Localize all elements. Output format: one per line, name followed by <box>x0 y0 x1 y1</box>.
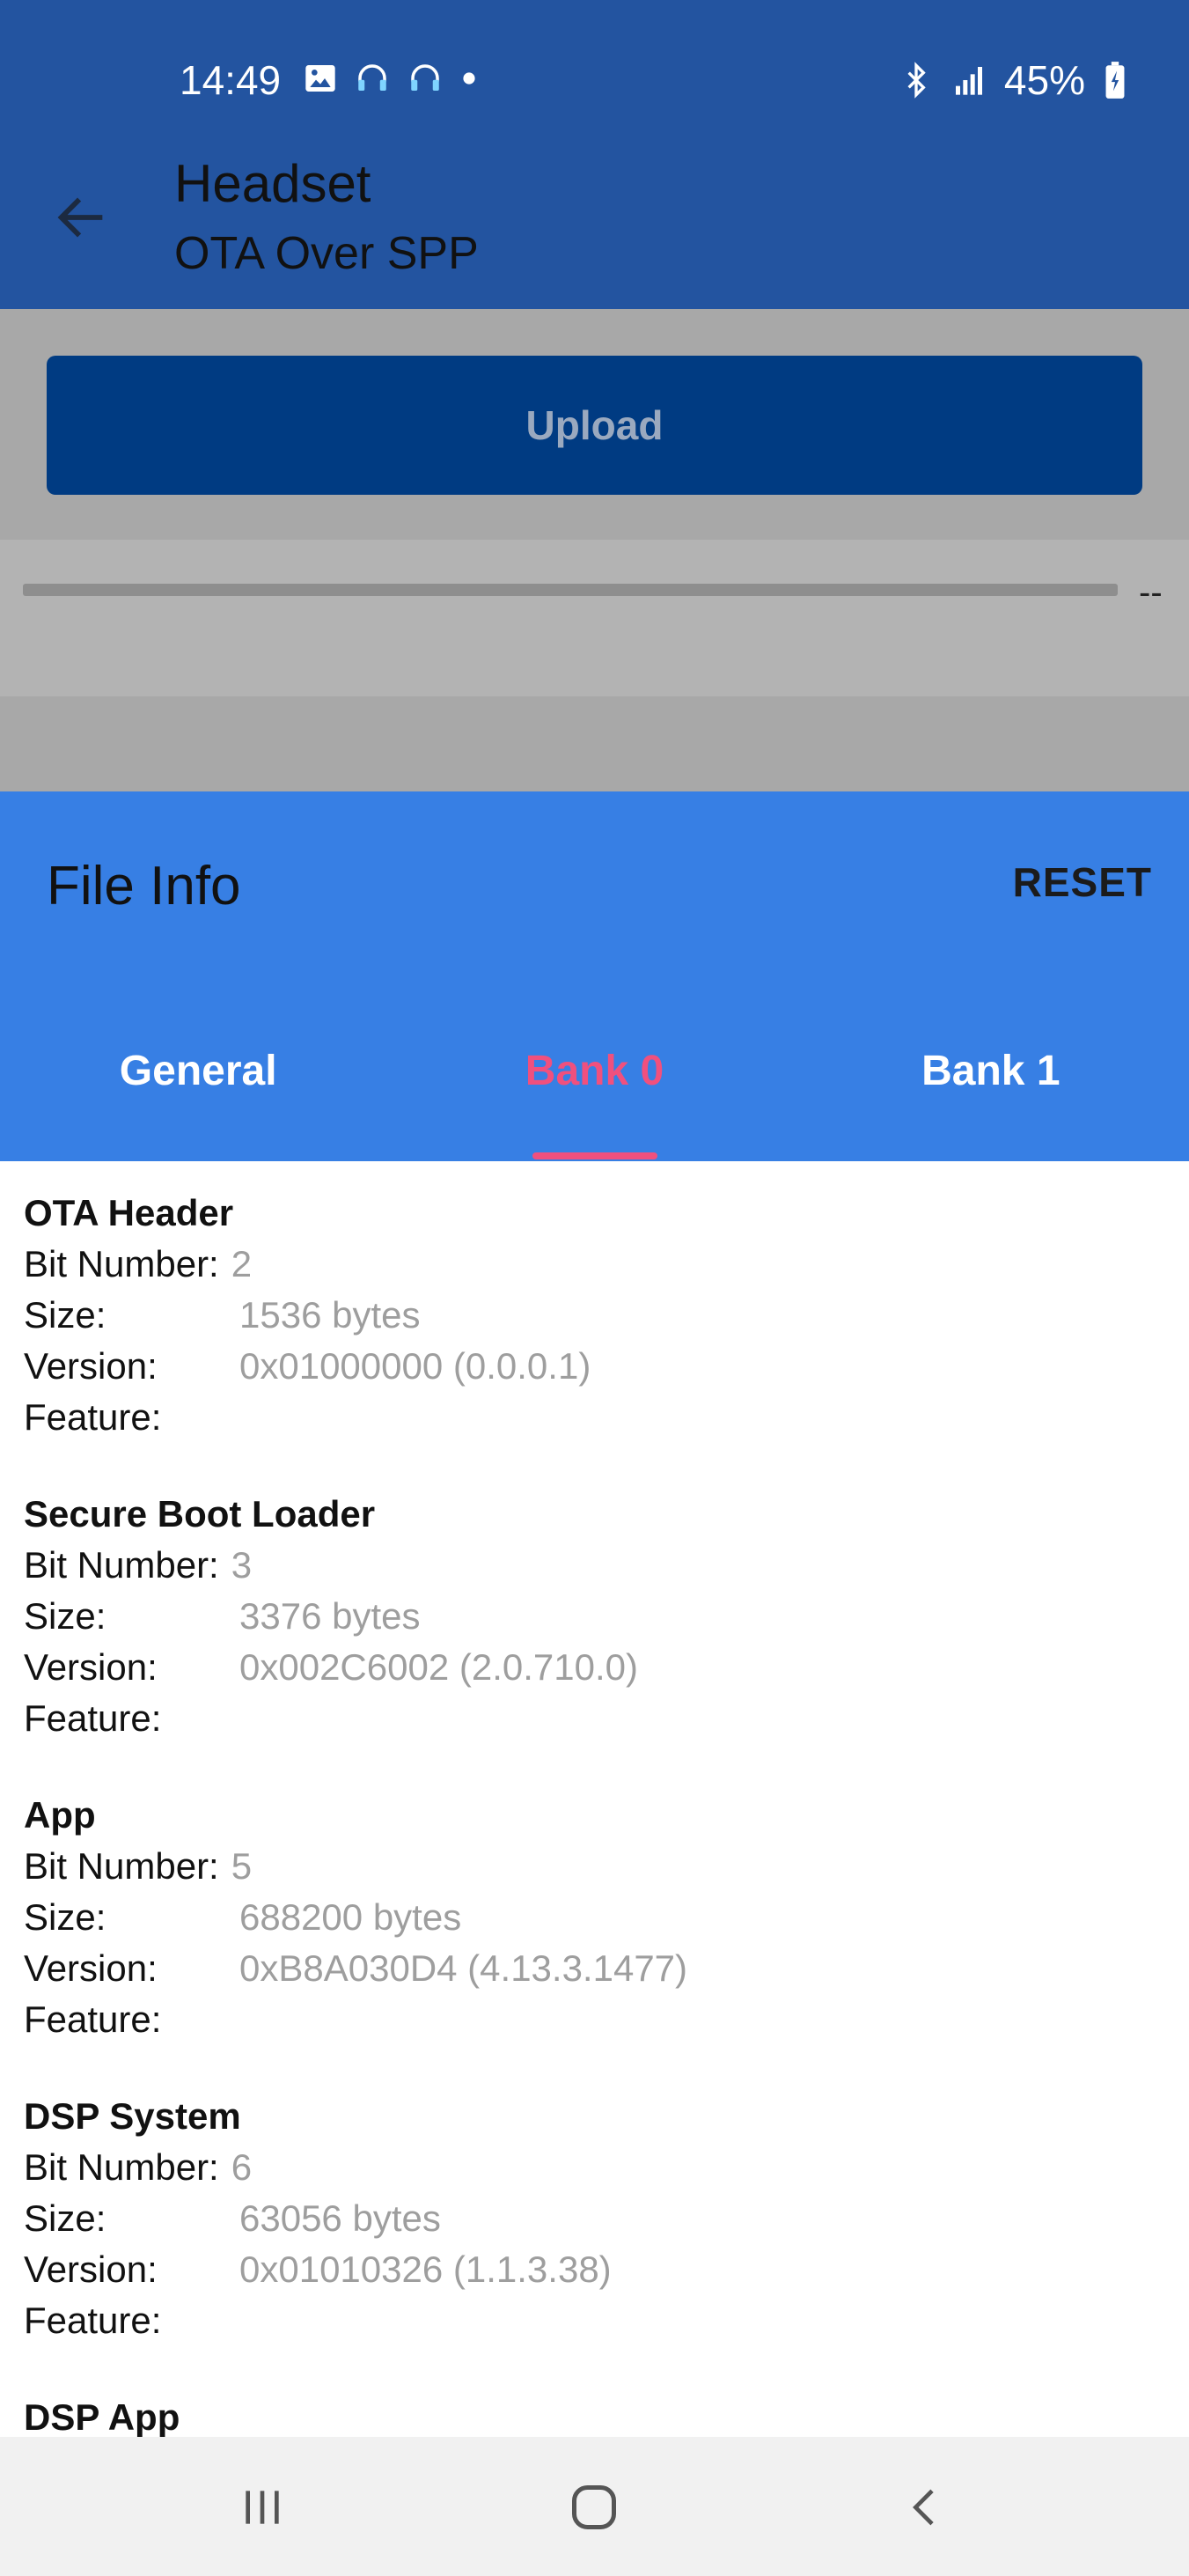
section-secure-boot-loader: Secure Boot Loader Bit Number: 3 Size: 337… <box>0 1489 1189 1744</box>
upload-button[interactable]: Upload <box>47 356 1142 495</box>
version-value: 0x01010326 (1.1.3.38) <box>239 2248 612 2290</box>
notification-icons <box>303 60 479 97</box>
tab-bank-1[interactable]: Bank 1 <box>793 1012 1189 1161</box>
progress-panel: -- <box>0 540 1189 696</box>
size-row: Size: 1536 bytes <box>24 1290 1189 1341</box>
headphones-icon <box>411 64 439 91</box>
section-dsp-app: DSP App <box>0 2392 1189 2437</box>
bit-number-label: Bit Number: <box>24 1845 219 1887</box>
home-button[interactable] <box>559 2472 629 2543</box>
section-title: OTA Header <box>24 1192 234 1233</box>
version-row: Version: 0x002C6002 (2.0.710.0) <box>24 1642 1189 1693</box>
version-value: 0xB8A030D4 (4.13.3.1477) <box>239 1947 688 1989</box>
home-icon <box>572 2485 616 2529</box>
system-icons: 45% <box>899 56 1127 104</box>
feature-label: Feature: <box>24 1396 162 1438</box>
section-title: DSP App <box>24 2396 180 2437</box>
dimmed-background: Upload -- <box>0 309 1189 791</box>
dot-icon <box>463 72 475 85</box>
headphones-icon <box>358 64 386 91</box>
size-row: Size: 3376 bytes <box>24 1591 1189 1642</box>
section-ota-header: OTA Header Bit Number: 2 Size: 1536 bytes … <box>0 1188 1189 1443</box>
tab-general[interactable]: General <box>0 1012 396 1161</box>
recent-apps-button[interactable] <box>227 2472 297 2543</box>
section-app: App Bit Number: 5 Size: 688200 bytes Versi… <box>0 1790 1189 2045</box>
feature-row: Feature: <box>24 1994 1189 2045</box>
size-label: Size: <box>24 1595 106 1637</box>
version-label: Version: <box>24 1646 158 1688</box>
file-info-content[interactable]: OTA Header Bit Number: 2 Size: 1536 bytes … <box>0 1161 1189 2437</box>
size-value: 688200 bytes <box>239 1896 462 1938</box>
bit-number-value: 3 <box>231 1544 253 1586</box>
size-label: Size: <box>24 1896 106 1938</box>
section-title: App <box>24 1794 96 1836</box>
feature-row: Feature: <box>24 1392 1189 1443</box>
version-label: Version: <box>24 1345 158 1387</box>
feature-row: Feature: <box>24 2295 1189 2346</box>
size-row: Size: 63056 bytes <box>24 2193 1189 2244</box>
bit-number-row: Bit Number: 5 <box>24 1841 1189 1892</box>
battery-charging-icon <box>1105 62 1125 99</box>
back-button[interactable] <box>51 187 113 248</box>
version-row: Version: 0xB8A030D4 (4.13.3.1477) <box>24 1943 1189 1994</box>
size-label: Size: <box>24 2197 106 2239</box>
recent-apps-icon <box>246 2491 279 2524</box>
version-label: Version: <box>24 1947 158 1989</box>
version-label: Version: <box>24 2248 158 2290</box>
bit-number-row: Bit Number: 2 <box>24 1239 1189 1290</box>
arrow-back-icon <box>57 197 103 238</box>
tab-bank-0[interactable]: Bank 0 <box>396 1012 792 1161</box>
version-row: Version: 0x01000000 (0.0.0.1) <box>24 1341 1189 1392</box>
progress-text: -- <box>1139 573 1163 612</box>
bit-number-label: Bit Number: <box>24 1243 219 1284</box>
battery-percentage: 45% <box>1003 57 1085 103</box>
feature-label: Feature: <box>24 2300 162 2341</box>
app-subtitle: OTA Over SPP <box>174 228 479 279</box>
bluetooth-icon <box>907 62 926 99</box>
feature-label: Feature: <box>24 1998 162 2040</box>
bit-number-label: Bit Number: <box>24 1544 219 1586</box>
status-time: 14:49 <box>180 57 282 103</box>
gallery-icon <box>305 65 335 92</box>
feature-row: Feature: <box>24 1693 1189 1744</box>
size-value: 3376 bytes <box>239 1595 421 1637</box>
section-title: DSP System <box>24 2095 241 2137</box>
active-tab-indicator <box>532 1152 657 1159</box>
progress-bar <box>23 584 1118 596</box>
bit-number-value: 6 <box>231 2146 253 2188</box>
file-info-header: File Info RESET General Bank 0 Bank 1 <box>0 791 1189 1161</box>
version-value: 0x01000000 (0.0.0.1) <box>239 1345 591 1387</box>
reset-button[interactable]: RESET <box>1013 858 1152 906</box>
app-title: Headset <box>174 154 371 213</box>
tab-bar: General Bank 0 Bank 1 <box>0 1012 1189 1161</box>
section-dsp-system: DSP System Bit Number: 6 Size: 63056 bytes… <box>0 2091 1189 2346</box>
section-title: Secure Boot Loader <box>24 1493 376 1535</box>
version-value: 0x002C6002 (2.0.710.0) <box>239 1646 638 1688</box>
signal-icon <box>955 67 982 95</box>
version-row: Version: 0x01010326 (1.1.3.38) <box>24 2244 1189 2295</box>
navigation-bar <box>0 2437 1189 2576</box>
size-row: Size: 688200 bytes <box>24 1892 1189 1943</box>
bit-number-row: Bit Number: 3 <box>24 1540 1189 1591</box>
feature-label: Feature: <box>24 1697 162 1739</box>
size-value: 1536 bytes <box>239 1294 421 1336</box>
file-info-title: File Info <box>47 856 241 916</box>
bit-number-value: 5 <box>231 1845 253 1887</box>
nav-back-button[interactable] <box>891 2472 961 2543</box>
bit-number-label: Bit Number: <box>24 2146 219 2188</box>
bit-number-row: Bit Number: 6 <box>24 2142 1189 2193</box>
size-label: Size: <box>24 1294 106 1336</box>
size-value: 63056 bytes <box>239 2197 441 2239</box>
app-bar: Headset OTA Over SPP <box>0 132 1189 309</box>
bit-number-value: 2 <box>231 1243 253 1284</box>
nav-back-icon <box>913 2489 934 2526</box>
